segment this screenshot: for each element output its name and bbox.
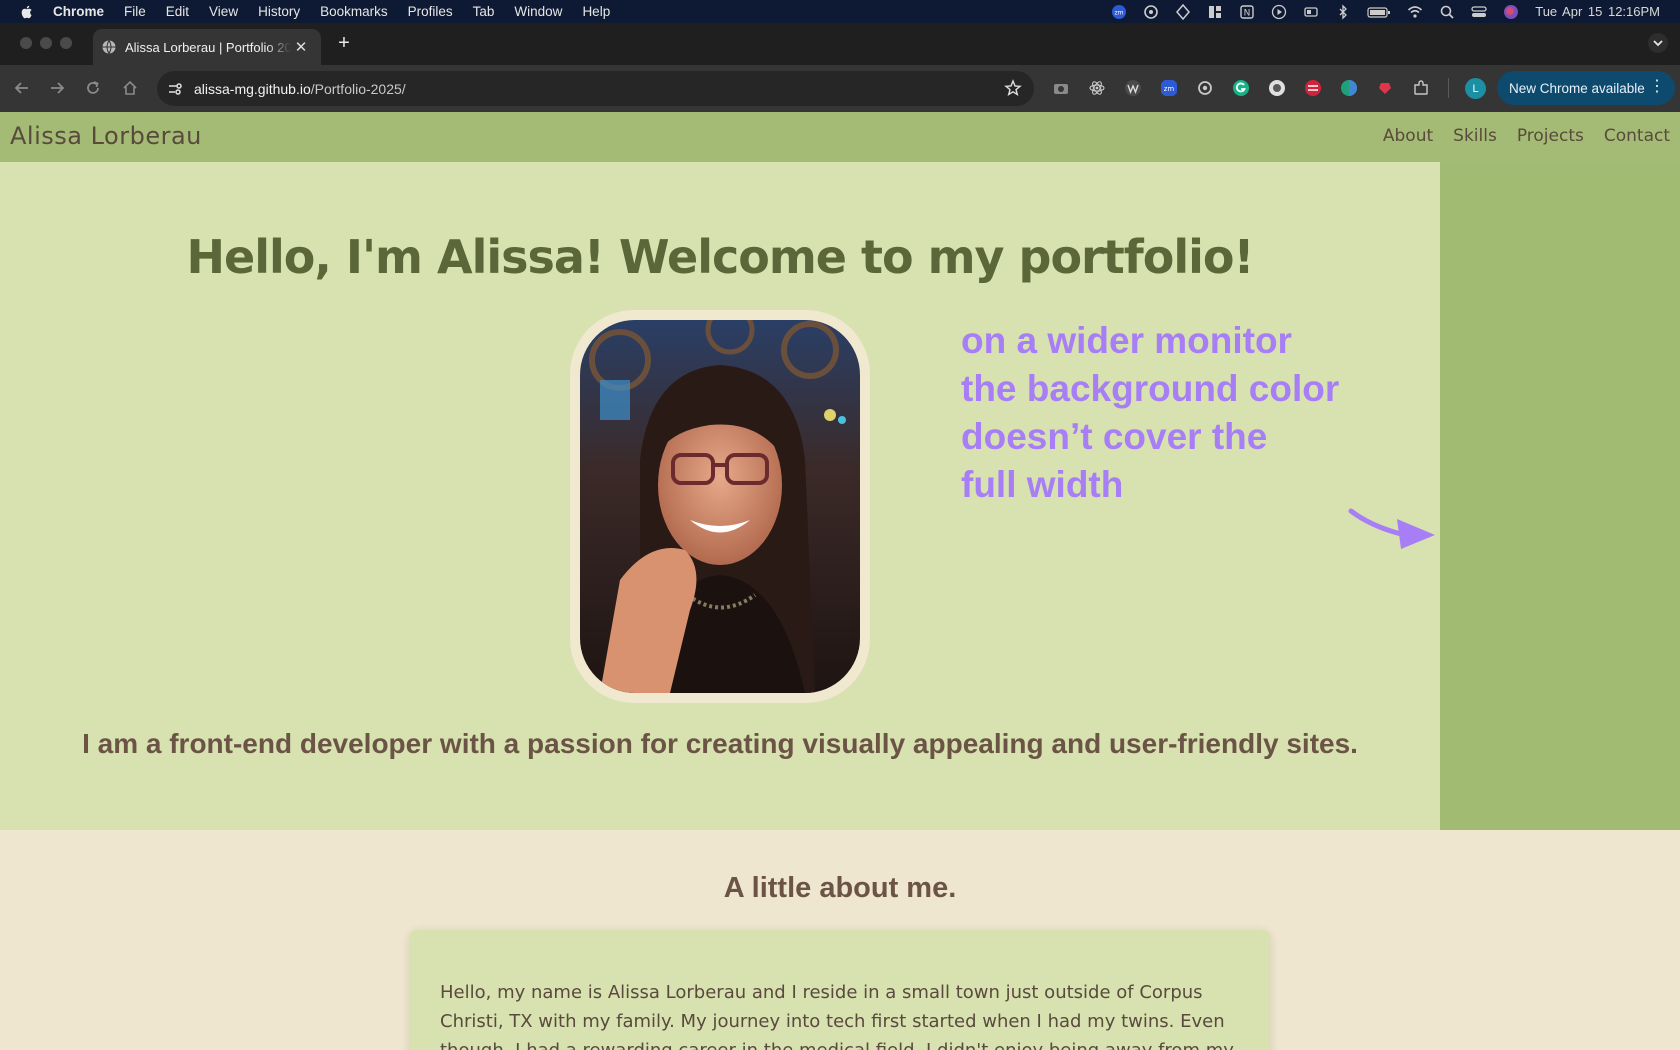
window-minimize-button[interactable] [40,37,52,49]
url-host: alissa-mg.github.io [194,80,311,97]
window-zoom-button[interactable] [60,37,72,49]
profile-photo [580,320,860,693]
site-logo[interactable]: Alissa Lorberau [10,122,202,150]
annotation-arrow-icon [1348,508,1435,549]
privacy-extension-icon[interactable] [1268,79,1286,97]
camera-extension-icon[interactable] [1052,79,1070,97]
hero-overflow-area [1440,162,1680,830]
close-tab-icon[interactable]: ✕ [293,39,309,56]
nav-link-skills[interactable]: Skills [1453,126,1497,146]
forward-arrow-icon[interactable] [48,79,66,97]
annotation-line: doesn’t cover the [961,416,1268,457]
new-chrome-available-button[interactable]: New Chrome available ⋮ [1497,71,1675,105]
lastpass-extension-icon[interactable] [1304,79,1322,97]
bluetooth-icon[interactable] [1335,3,1351,20]
kebab-menu-icon[interactable]: ⋮ [1649,79,1665,95]
apple-menu-icon[interactable] [19,4,35,20]
about-heading: A little about me. [723,872,957,904]
menu-history[interactable]: History [258,4,300,19]
annotation-line: on a wider monitor [961,320,1292,361]
globe-icon [102,40,116,54]
notion-icon[interactable]: N [1239,4,1255,20]
grammarly-extension-icon[interactable] [1232,79,1250,97]
adblock-extension-icon[interactable] [1376,79,1394,97]
hero-tagline: I am a front-end developer with a passio… [82,728,1358,759]
nav-link-about[interactable]: About [1383,126,1433,146]
spotlight-icon[interactable] [1439,4,1455,20]
profile-photo-frame [570,310,870,703]
annotation-note: on a wider monitor the background color … [961,317,1401,509]
about-card: Hello, my name is Alissa Lorberau and I … [410,930,1270,1050]
puzzle-extensions-icon[interactable] [1412,79,1430,97]
update-label: New Chrome available [1509,80,1645,96]
wifi-icon[interactable] [1407,4,1423,20]
zoom-icon[interactable]: zm [1111,4,1127,20]
new-tab-button[interactable]: + [334,33,354,53]
svg-text:zm: zm [1115,9,1124,16]
svg-text:N: N [1244,8,1251,18]
layout-icon[interactable] [1207,4,1223,20]
toolbar-divider [1448,78,1449,98]
browser-tab-active[interactable]: Alissa Lorberau | Portfolio 2025 ✕ [93,29,321,65]
color-extension-icon[interactable] [1340,79,1358,97]
site-settings-icon[interactable] [166,80,184,98]
tab-search-chevron-icon[interactable] [1648,33,1668,53]
home-icon[interactable] [121,79,139,97]
url-path: /Portfolio-2025/ [310,80,406,97]
site-nav-links: About Skills Projects Contact [1363,126,1670,146]
address-bar[interactable]: alissa-mg.github.io/Portfolio-2025/ [157,71,1034,106]
about-paragraph: Hello, my name is Alissa Lorberau and I … [440,982,1234,1050]
menu-view[interactable]: View [209,4,238,19]
battery-icon[interactable] [1367,4,1391,20]
browser-tab-strip: Alissa Lorberau | Portfolio 2025 ✕ + [0,23,1680,65]
window-close-button[interactable] [20,37,32,49]
menubar-clock[interactable]: Tue Apr 15 12:16PM [1535,4,1660,19]
site-header: Alissa Lorberau About Skills Projects Co… [0,112,1680,162]
hero-title: Hello, I'm Alissa! Welcome to my portfol… [186,230,1255,284]
browser-toolbar: alissa-mg.github.io/Portfolio-2025/ zm L… [0,65,1680,112]
nav-link-projects[interactable]: Projects [1517,126,1584,146]
battery-status-icon[interactable] [1303,4,1319,20]
grammarly-icon[interactable] [1143,4,1159,20]
menu-help[interactable]: Help [582,4,610,19]
control-center-icon[interactable] [1471,4,1487,20]
nav-link-contact[interactable]: Contact [1604,126,1670,146]
menu-file[interactable]: File [124,4,146,19]
reload-icon[interactable] [84,79,102,97]
svg-text:zm: zm [1164,85,1175,93]
back-arrow-icon[interactable] [13,79,31,97]
play-icon[interactable] [1271,4,1287,20]
menu-bookmarks[interactable]: Bookmarks [320,4,388,19]
bookmark-star-icon[interactable] [1004,79,1022,97]
wave-extension-icon[interactable] [1124,79,1142,97]
siri-icon[interactable] [1503,4,1519,20]
react-extension-icon[interactable] [1088,79,1106,97]
profile-avatar[interactable]: L [1465,78,1486,99]
menu-profiles[interactable]: Profiles [408,4,453,19]
menu-edit[interactable]: Edit [166,4,189,19]
chatgpt-extension-icon[interactable] [1196,79,1214,97]
menu-app-chrome[interactable]: Chrome [53,4,104,19]
macos-menu-bar: Chrome File Edit View History Bookmarks … [0,0,1680,23]
annotation-line: the background color [961,368,1340,409]
menu-tab[interactable]: Tab [473,4,495,19]
tab-title: Alissa Lorberau | Portfolio 2025 [125,39,291,55]
zoom-extension-icon[interactable]: zm [1160,79,1178,97]
annotation-line: full width [961,464,1124,505]
menu-window[interactable]: Window [514,4,562,19]
vpn-icon[interactable] [1175,3,1191,20]
